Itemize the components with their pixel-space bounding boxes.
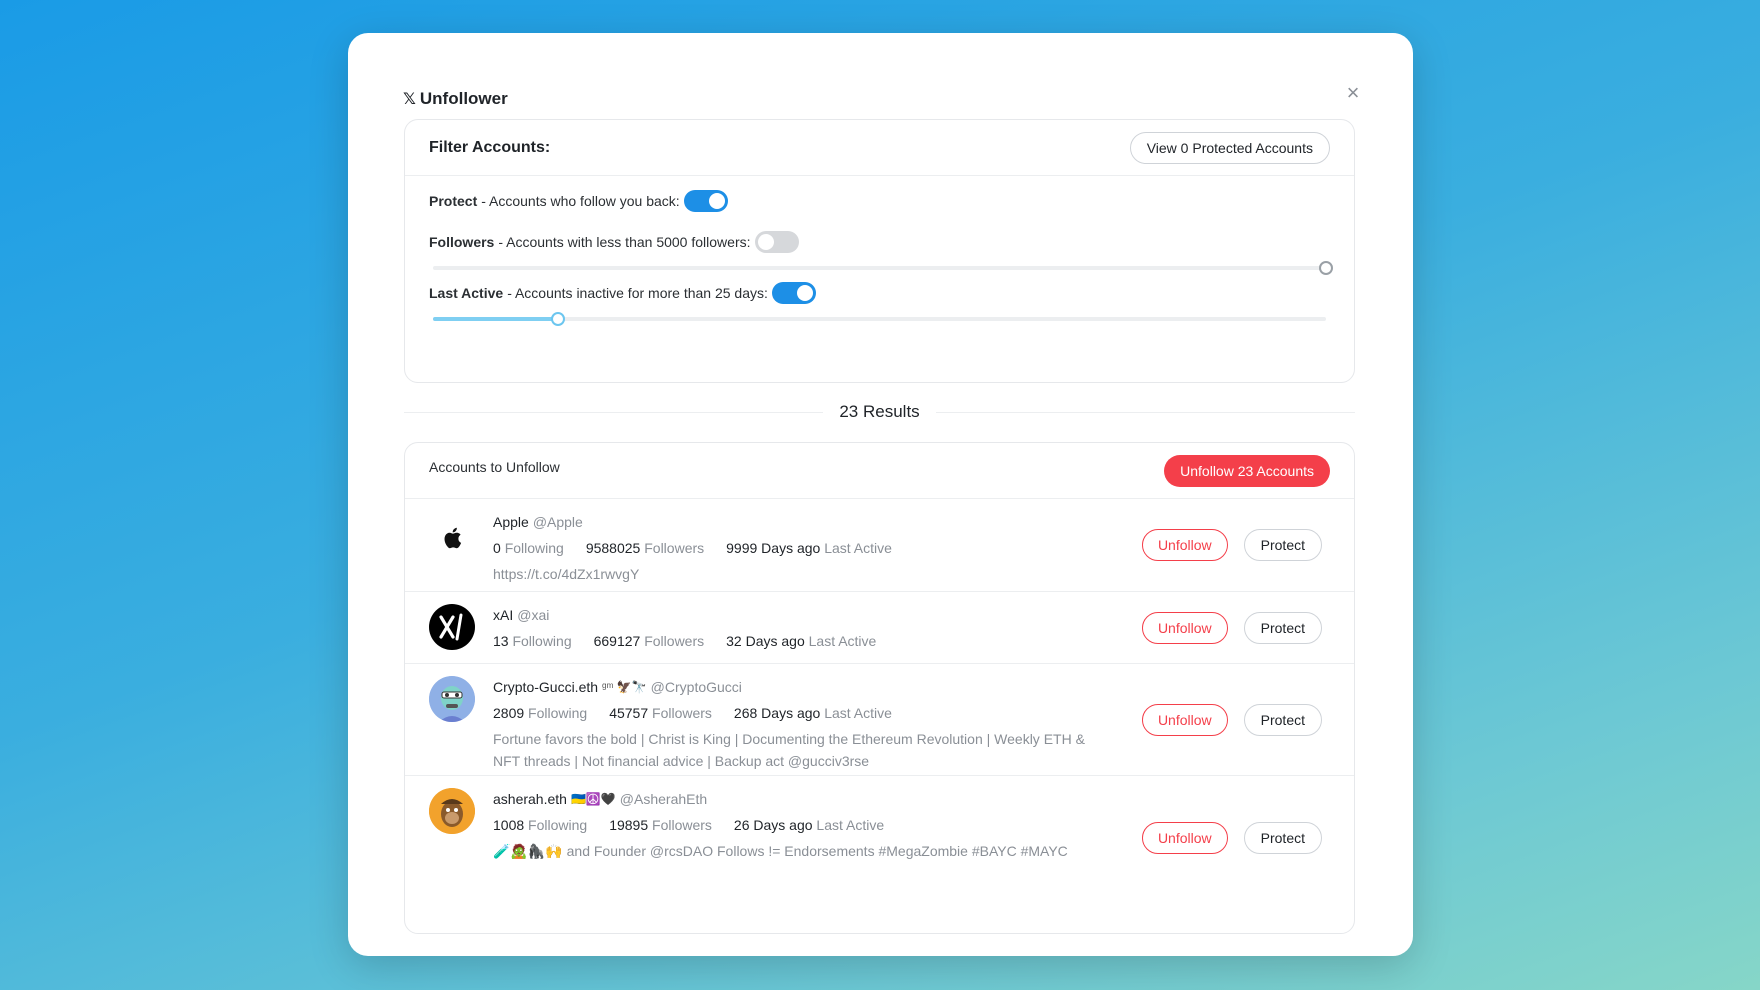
last-active-value: 26 Days ago: [733, 817, 813, 833]
account-name: Crypto-Gucci.eth: [493, 679, 599, 695]
apple-logo-icon: [429, 515, 475, 561]
unfollower-modal: 𝕏 Unfollower × Filter Accounts: View 0 P…: [348, 33, 1413, 956]
last-active-slider-thumb[interactable]: [551, 312, 565, 326]
followers-count: 669127: [593, 633, 641, 649]
row-actions: Unfollow Protect: [1141, 822, 1322, 854]
followers-label: Followers: [644, 633, 705, 649]
account-row: Apple @Apple 0 Following 9588025 Followe…: [405, 499, 1354, 592]
following-label: Following: [528, 817, 588, 833]
row-actions: Unfollow Protect: [1141, 703, 1322, 736]
nft-avatar-icon: [429, 676, 475, 722]
account-handle: @Apple: [532, 514, 583, 530]
account-row: Crypto-Gucci.eth ᵍᵐ 🦅🔭 @CryptoGucci 2809…: [405, 664, 1354, 776]
account-emoji: ᵍᵐ 🦅🔭: [602, 680, 647, 694]
unfollow-all-button[interactable]: Unfollow 23 Accounts: [1164, 454, 1330, 487]
filter-header: Filter Accounts: View 0 Protected Accoun…: [405, 120, 1354, 176]
toggle-knob: [757, 234, 774, 250]
last-active-toggle[interactable]: [771, 282, 816, 304]
followers-filter-label: Followers: [429, 234, 495, 250]
last-active-filter: Last Active - Accounts inactive for more…: [429, 282, 816, 304]
app-title: Unfollower: [419, 89, 508, 108]
last-active-value: 9999 Days ago: [726, 540, 821, 556]
following-label: Following: [512, 633, 572, 649]
protect-filter-desc: - Accounts who follow you back:: [481, 193, 680, 209]
protect-button[interactable]: Protect: [1243, 611, 1322, 644]
account-handle: @xai: [517, 607, 550, 623]
last-active-label: Last Active: [824, 540, 892, 556]
protect-button[interactable]: Protect: [1243, 822, 1322, 854]
view-protected-button[interactable]: View 0 Protected Accounts: [1129, 131, 1330, 164]
account-name: asherah.eth: [493, 791, 567, 807]
followers-label: Followers: [644, 540, 705, 556]
following-count: 0: [493, 540, 501, 556]
last-active-label: Last Active: [824, 705, 892, 721]
followers-toggle[interactable]: [754, 231, 799, 253]
protect-button[interactable]: Protect: [1243, 529, 1322, 561]
unfollow-button[interactable]: Unfollow: [1141, 822, 1228, 854]
filter-card: Filter Accounts: View 0 Protected Accoun…: [404, 119, 1355, 383]
last-active-filter-label: Last Active: [429, 285, 504, 301]
x-logo-icon: 𝕏: [403, 91, 416, 108]
following-count: 1008: [493, 817, 525, 833]
last-active-filter-desc: - Accounts inactive for more than 25 day…: [507, 285, 768, 301]
last-active-label: Last Active: [816, 817, 885, 833]
last-active-label: Last Active: [808, 633, 877, 649]
last-active-slider-fill: [433, 317, 558, 321]
account-name: xAI: [493, 607, 514, 623]
last-active-value: 268 Days ago: [733, 705, 821, 721]
account-name: Apple: [493, 514, 529, 530]
account-name-line: asherah.eth 🇺🇦☮️🖤 @AsherahEth: [493, 788, 1330, 810]
protect-filter: Protect - Accounts who follow you back:: [429, 190, 728, 212]
toggle-knob: [796, 285, 813, 301]
following-label: Following: [528, 705, 588, 721]
account-handle: @AsherahEth: [619, 791, 708, 807]
followers-filter-desc: - Accounts with less than 5000 followers…: [498, 234, 751, 250]
list-heading: Accounts to Unfollow: [429, 458, 560, 475]
account-row: xAI @xai 13 Following 669127 Followers 3…: [405, 592, 1354, 664]
account-bio: 🧪🧟🦍🙌 and Founder @rcsDAO Follows != Endo…: [493, 843, 1068, 859]
following-count: 13: [493, 633, 509, 649]
following-count: 2809: [493, 705, 525, 721]
followers-label: Followers: [652, 705, 712, 721]
followers-filter: Followers - Accounts with less than 5000…: [429, 231, 799, 253]
xai-logo-icon: [429, 604, 475, 650]
list-header: Accounts to Unfollow Unfollow 23 Account…: [405, 443, 1354, 499]
protect-button[interactable]: Protect: [1243, 703, 1322, 736]
modal-title: 𝕏 Unfollower: [403, 89, 508, 109]
followers-count: 9588025: [585, 540, 641, 556]
account-bio: https://t.co/4dZx1rwvgY: [493, 566, 640, 582]
filter-heading: Filter Accounts:: [429, 138, 551, 156]
protect-toggle[interactable]: [683, 190, 728, 212]
protect-filter-label: Protect: [429, 193, 478, 209]
toggle-knob: [708, 193, 725, 209]
following-label: Following: [504, 540, 564, 556]
followers-label: Followers: [652, 817, 712, 833]
accounts-list-card: Accounts to Unfollow Unfollow 23 Account…: [404, 442, 1355, 934]
followers-slider[interactable]: [433, 261, 1333, 275]
close-icon[interactable]: ×: [1343, 82, 1363, 104]
followers-count: 19895: [609, 817, 649, 833]
followers-slider-thumb[interactable]: [1319, 261, 1333, 275]
results-divider: 23 Results: [404, 397, 1355, 427]
account-row: asherah.eth 🇺🇦☮️🖤 @AsherahEth 1008 Follo…: [405, 776, 1354, 876]
account-name-line: Crypto-Gucci.eth ᵍᵐ 🦅🔭 @CryptoGucci: [493, 676, 1330, 698]
account-bio: Fortune favors the bold | Christ is King…: [493, 731, 1085, 769]
last-active-slider[interactable]: [433, 312, 1326, 326]
account-handle: @CryptoGucci: [650, 679, 742, 695]
row-actions: Unfollow Protect: [1141, 529, 1322, 561]
ape-avatar-icon: [429, 788, 475, 834]
unfollow-button[interactable]: Unfollow: [1141, 703, 1228, 736]
unfollow-button[interactable]: Unfollow: [1141, 611, 1228, 644]
followers-count: 45757: [609, 705, 649, 721]
results-count: 23 Results: [839, 402, 920, 421]
unfollow-button[interactable]: Unfollow: [1141, 529, 1228, 561]
last-active-value: 32 Days ago: [726, 633, 805, 649]
account-emoji: 🇺🇦☮️🖤: [570, 792, 616, 806]
row-actions: Unfollow Protect: [1141, 611, 1322, 644]
